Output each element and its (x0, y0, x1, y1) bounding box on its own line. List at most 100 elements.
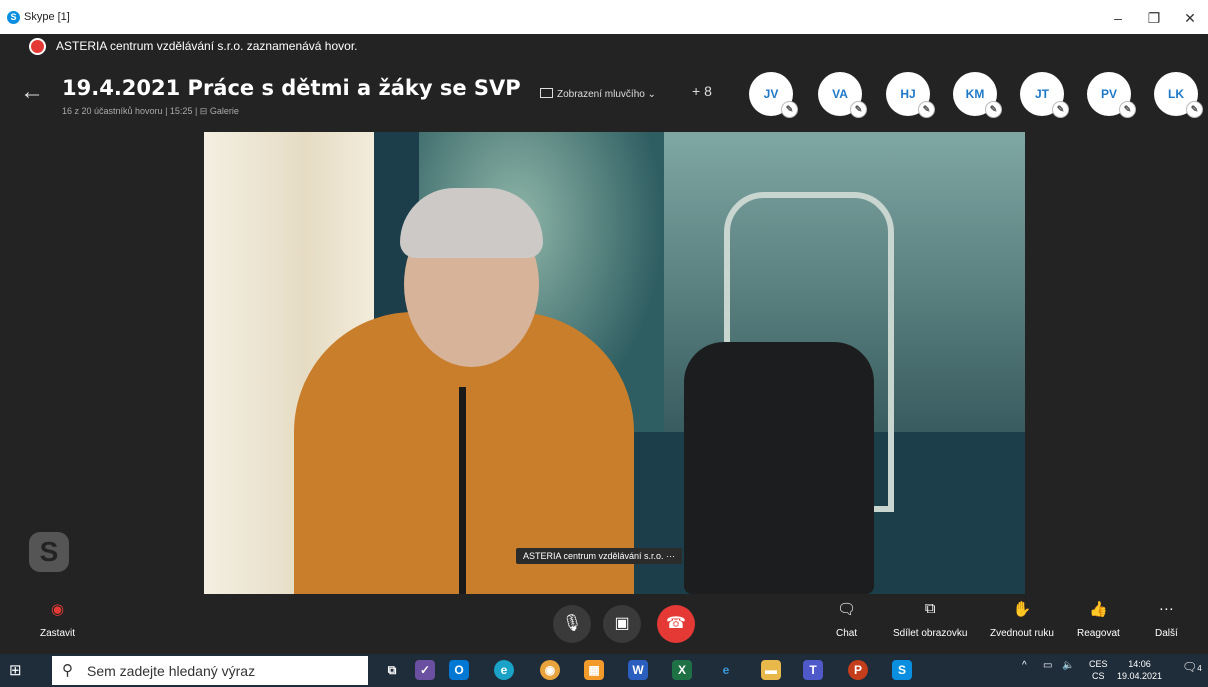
participant-avatar[interactable]: JV ✎ (749, 72, 798, 118)
react-button[interactable]: 👍 Reagovat (1077, 600, 1120, 639)
store-icon[interactable]: ▦ (584, 660, 604, 680)
battery-icon[interactable]: ▭ (1043, 660, 1052, 671)
recording-icon (29, 38, 46, 55)
avatar-initials: JT (1034, 87, 1049, 101)
mic-muted-icon: ✎ (1186, 101, 1203, 118)
skype-logo-icon: S (29, 532, 69, 572)
powerpoint-icon[interactable]: P (848, 660, 868, 680)
raise-hand-label: Zvednout ruku (990, 628, 1054, 639)
phone-hangup-icon: ☎ (666, 615, 686, 632)
skype-app-icon: S (7, 11, 20, 24)
more-icon: ··· (666, 551, 676, 561)
meeting-title: 19.4.2021 Práce s dětmi a žáky se SVP (62, 76, 521, 100)
avatar-initials: JV (763, 87, 779, 101)
mic-muted-icon: ✎ (1119, 101, 1136, 118)
call-controls: ◉ Zastavit 🎙 ▣ ☎ 🗨 Chat ⧉ Sdílet obrazov… (0, 594, 1208, 654)
speaker-name: ASTERIA centrum vzdělávání s.r.o. (523, 551, 664, 561)
search-icon: ⚲ (62, 662, 73, 679)
mic-muted-icon: ✎ (918, 101, 935, 118)
call-window: ASTERIA centrum vzdělávání s.r.o. zaznam… (0, 34, 1208, 654)
mic-muted-icon: ✎ (985, 101, 1002, 118)
more-label: Další (1155, 628, 1178, 639)
participant-avatar[interactable]: LK ✎ (1154, 72, 1203, 118)
restore-button[interactable]: ❐ (1136, 6, 1172, 30)
participant-avatar[interactable]: PV ✎ (1087, 72, 1136, 118)
view-mode-dropdown[interactable]: Zobrazení mluvčího ⌄ (540, 88, 656, 100)
mic-muted-button[interactable]: 🎙 (553, 605, 591, 643)
language-code: CES (1089, 659, 1108, 669)
call-duration: 15:25 (169, 106, 193, 116)
share-screen-label: Sdílet obrazovku (893, 628, 968, 639)
recording-banner: ASTERIA centrum vzdělávání s.r.o. zaznam… (0, 34, 1208, 58)
edge-icon[interactable]: e (494, 660, 514, 680)
speaker-figure (400, 188, 543, 258)
view-mode-label: Zobrazení mluvčího (557, 89, 645, 100)
ellipsis-icon: ··· (1158, 600, 1174, 617)
outlook-icon[interactable]: O (449, 660, 469, 680)
avatar-initials: LK (1168, 87, 1184, 101)
chat-button[interactable]: 🗨 Chat (836, 600, 857, 639)
avatar-initials: KM (965, 87, 985, 101)
hang-up-button[interactable]: ☎ (657, 605, 695, 643)
mic-muted-icon: ✎ (1052, 101, 1069, 118)
participant-avatar[interactable]: VA ✎ (818, 72, 867, 118)
avatar-initials: PV (1100, 87, 1117, 101)
gallery-link[interactable]: Galerie (210, 106, 239, 116)
taskbar: ⊞ ⚲ Sem zadejte hledaný výraz ⧉ ✓ O e ◉ … (0, 654, 1208, 687)
search-placeholder: Sem zadejte hledaný výraz (87, 663, 256, 679)
raise-hand-button[interactable]: ✋ Zvednout ruku (990, 600, 1054, 639)
word-icon[interactable]: W (628, 660, 648, 680)
clock[interactable]: 14:06 19.04.2021 (1117, 658, 1162, 682)
file-explorer-icon[interactable]: ▬ (761, 660, 781, 680)
speaker-name-tag[interactable]: ASTERIA centrum vzdělávání s.r.o. ··· (516, 548, 683, 564)
internet-explorer-icon[interactable]: e (716, 660, 736, 680)
chat-label: Chat (836, 628, 858, 639)
mic-muted-icon: ✎ (850, 101, 867, 118)
windows-start-icon[interactable]: ⊞ (9, 662, 26, 679)
gallery-icon: ⊟ (199, 106, 208, 116)
participant-count: 16 z 20 účastníků hovoru (62, 106, 163, 116)
participant-avatar[interactable]: JT ✎ (1020, 72, 1069, 118)
app-icon[interactable]: ✓ (415, 660, 435, 680)
more-button[interactable]: ··· Další (1155, 600, 1178, 639)
notification-count: 4 (1197, 664, 1202, 673)
main-video: ASTERIA centrum vzdělávání s.r.o. ··· (204, 132, 1025, 594)
clock-time: 14:06 (1128, 659, 1151, 669)
taskbar-search-input[interactable]: ⚲ Sem zadejte hledaný výraz (52, 656, 368, 685)
excel-icon[interactable]: X (672, 660, 692, 680)
language-indicator[interactable]: CES CS (1089, 658, 1108, 682)
teams-icon[interactable]: T (803, 660, 823, 680)
stop-recording-button[interactable]: ◉ Zastavit (40, 600, 75, 639)
meeting-subtitle: 16 z 20 účastníků hovoru | 15:25 | ⊟ Gal… (62, 106, 239, 116)
minimize-button[interactable]: – (1100, 6, 1136, 30)
stop-recording-label: Zastavit (40, 628, 76, 639)
call-header: ← 19.4.2021 Práce s dětmi a žáky se SVP … (0, 58, 1208, 132)
more-participants-button[interactable]: + 8 (692, 83, 712, 99)
task-view-icon[interactable]: ⧉ (382, 660, 402, 680)
close-button[interactable]: ✕ (1172, 6, 1208, 30)
hand-icon: ✋ (1012, 601, 1032, 618)
keyboard-code: CS (1092, 671, 1105, 681)
clock-date: 19.04.2021 (1117, 671, 1163, 681)
title-bar: S Skype [1] – ❐ ✕ (0, 0, 1208, 34)
chrome-icon[interactable]: ◉ (540, 660, 560, 680)
chat-icon: 🗨 (837, 601, 857, 618)
notifications-icon[interactable]: 🗨4 (1182, 660, 1202, 674)
avatar-initials: HJ (900, 87, 916, 101)
participant-avatar[interactable]: KM ✎ (953, 72, 1002, 118)
camera-off-button[interactable]: ▣ (603, 605, 641, 643)
record-icon: ◉ (50, 601, 65, 618)
thumbs-up-icon: 👍 (1089, 601, 1108, 618)
react-label: Reagovat (1077, 628, 1120, 639)
share-screen-icon: ⧉ (924, 600, 936, 617)
chevron-up-icon[interactable]: ^ (1022, 660, 1027, 671)
back-arrow-icon[interactable]: ← (20, 78, 44, 106)
share-screen-button[interactable]: ⧉ Sdílet obrazovku (893, 600, 968, 639)
recording-text: ASTERIA centrum vzdělávání s.r.o. zaznam… (56, 39, 358, 53)
speaker-figure (459, 387, 466, 594)
skype-taskbar-icon[interactable]: S (892, 660, 912, 680)
camera-off-icon: ▣ (614, 615, 630, 632)
participant-avatar[interactable]: HJ ✎ (886, 72, 935, 118)
volume-icon[interactable]: 🔈 (1062, 660, 1074, 671)
window-title: Skype [1] (24, 11, 70, 23)
